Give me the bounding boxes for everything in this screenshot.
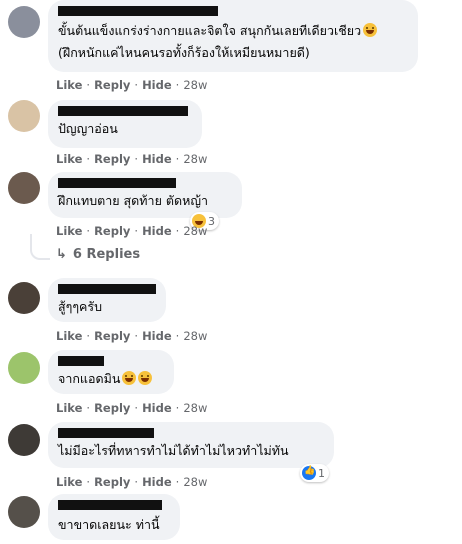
timestamp[interactable]: 28w	[183, 152, 207, 166]
redacted-name	[58, 500, 162, 510]
comment-text: ขั้นต้นแข็งแกร่งร่างกายและจิตใจ สนุกกันเ…	[58, 22, 378, 40]
view-replies-link[interactable]: ↳ 6 Replies	[56, 247, 140, 262]
reply-link[interactable]: Reply	[94, 224, 130, 238]
reaction-count: 3	[208, 214, 215, 228]
hide-link[interactable]: Hide	[142, 475, 172, 489]
reply-link[interactable]: Reply	[94, 475, 130, 489]
comment-bubble: ฝึกแทบตาย สุดท้าย ตัดหญ้า	[48, 172, 242, 218]
comment-actions: Like · Reply · Hide · 28w	[56, 475, 208, 489]
redacted-name	[58, 6, 218, 16]
hide-link[interactable]: Hide	[142, 329, 172, 343]
comment-bubble: ปัญญาอ่อน	[48, 100, 202, 148]
like-link[interactable]: Like	[56, 329, 82, 343]
reply-link[interactable]: Reply	[94, 152, 130, 166]
hide-link[interactable]: Hide	[142, 401, 172, 415]
reply-link[interactable]: Reply	[94, 78, 130, 92]
laughing-emoji-icon	[363, 23, 378, 37]
comment-bubble: สู้ๆๆครับ	[48, 278, 166, 322]
grinning-emoji-icon	[138, 371, 153, 385]
redacted-name	[58, 356, 104, 366]
avatar[interactable]	[8, 172, 40, 204]
comment-text: ไม่มีอะไรที่ทหารทำไม่ได้ทำไม่ไหวทำไม่ทัน	[58, 443, 289, 458]
reply-link[interactable]: Reply	[94, 401, 130, 415]
comment-bubble: ขาขาดเลยนะ ท่านี้	[48, 494, 180, 540]
hide-link[interactable]: Hide	[142, 152, 172, 166]
reply-thread-line	[30, 234, 50, 260]
avatar[interactable]	[8, 352, 40, 384]
comment-text: สู้ๆๆครับ	[58, 299, 103, 314]
reply-arrow-icon: ↳	[56, 247, 67, 262]
comment-text: (ฝึกหนักแค่ไหนคนรอทั้งก็ร้องให้เหมียนหมา…	[58, 45, 310, 60]
timestamp[interactable]: 28w	[183, 401, 207, 415]
reaction-count: 1	[318, 466, 325, 480]
avatar[interactable]	[8, 282, 40, 314]
like-link[interactable]: Like	[56, 78, 82, 92]
timestamp[interactable]: 28w	[183, 475, 207, 489]
avatar[interactable]	[8, 100, 40, 132]
comment-bubble: ขั้นต้นแข็งแกร่งร่างกายและจิตใจ สนุกกันเ…	[48, 0, 418, 72]
comment-text: ขาขาดเลยนะ ท่านี้	[58, 517, 160, 532]
redacted-name	[58, 428, 154, 438]
timestamp[interactable]: 28w	[183, 224, 207, 238]
reaction-summary[interactable]: 1	[300, 464, 329, 482]
comment-text: ฝึกแทบตาย สุดท้าย ตัดหญ้า	[58, 193, 209, 208]
like-reaction-icon	[302, 466, 316, 480]
comment-actions: Like · Reply · Hide · 28w	[56, 78, 208, 92]
avatar[interactable]	[8, 424, 40, 456]
hide-link[interactable]: Hide	[142, 78, 172, 92]
like-link[interactable]: Like	[56, 401, 82, 415]
redacted-name	[58, 284, 156, 294]
comment-actions: Like · Reply · Hide · 28w	[56, 152, 208, 166]
comment-text: จากแอดมิน	[58, 370, 153, 388]
redacted-name	[58, 106, 188, 116]
reply-link[interactable]: Reply	[94, 329, 130, 343]
hide-link[interactable]: Hide	[142, 224, 172, 238]
comment-actions: Like · Reply · Hide · 28w	[56, 329, 208, 343]
redacted-name	[58, 178, 176, 188]
comment-actions: Like · Reply · Hide · 28w	[56, 401, 208, 415]
like-link[interactable]: Like	[56, 152, 82, 166]
timestamp[interactable]: 28w	[183, 78, 207, 92]
comment-actions: Like · Reply · Hide · 28w	[56, 224, 208, 238]
grinning-emoji-icon	[122, 371, 137, 385]
avatar[interactable]	[8, 6, 40, 38]
like-link[interactable]: Like	[56, 224, 82, 238]
comment-bubble: ไม่มีอะไรที่ทหารทำไม่ได้ทำไม่ไหวทำไม่ทัน	[48, 422, 334, 468]
comment-bubble: จากแอดมิน	[48, 350, 174, 394]
like-link[interactable]: Like	[56, 475, 82, 489]
avatar[interactable]	[8, 496, 40, 528]
comment-thread: ขั้นต้นแข็งแกร่งร่างกายและจิตใจ สนุกกันเ…	[0, 0, 462, 544]
comment-text: ปัญญาอ่อน	[58, 121, 118, 136]
timestamp[interactable]: 28w	[183, 329, 207, 343]
